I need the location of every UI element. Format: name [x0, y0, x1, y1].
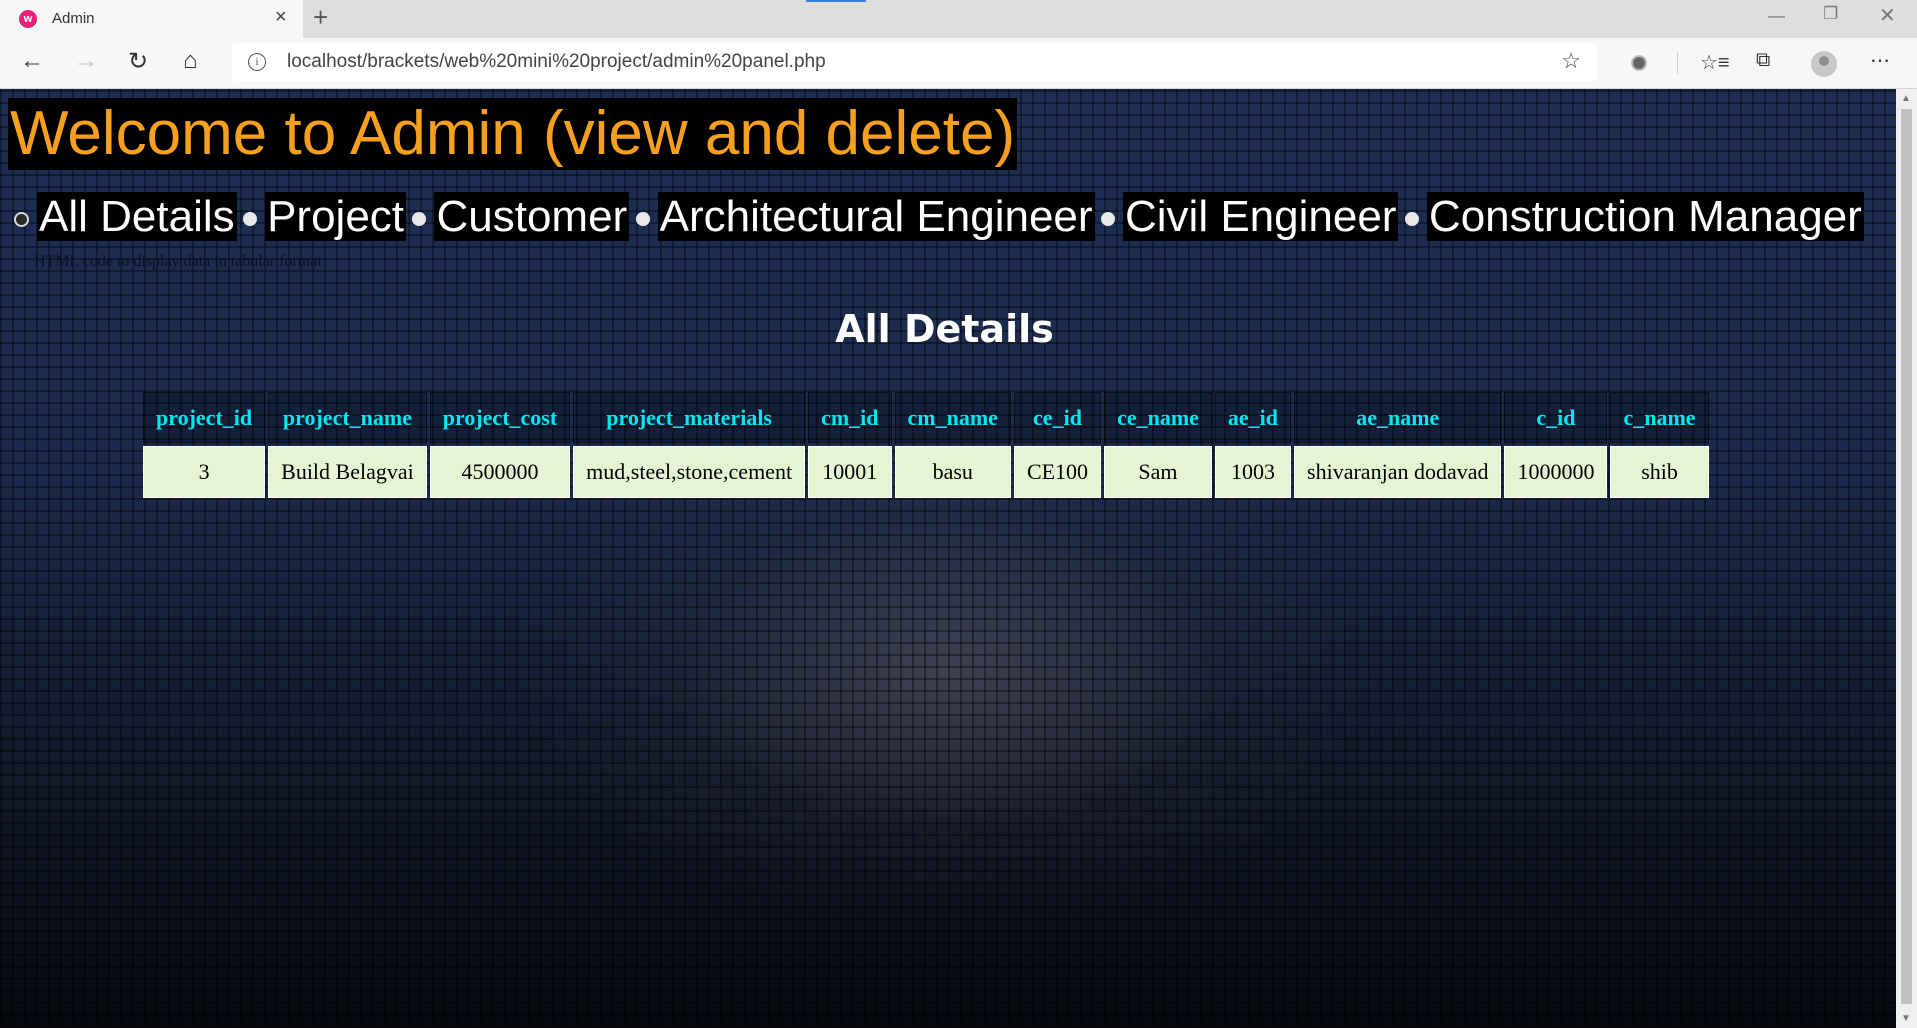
nav-link[interactable]: Customer [434, 192, 630, 241]
url-text[interactable]: localhost/brackets/web%20mini%20project/… [287, 51, 826, 73]
table-cell: Build Belagvai [268, 446, 427, 498]
close-tab-icon[interactable]: × [275, 6, 287, 29]
table-cell: CE100 [1013, 446, 1102, 498]
table-cell: mud,steel,stone,cement [573, 446, 806, 498]
table-row: 3 Build Belagvai 4500000 mud,steel,stone… [143, 446, 1709, 498]
column-header: project_name [268, 392, 427, 443]
refresh-icon[interactable]: ↻ [128, 47, 148, 76]
page-title: Welcome to Admin (view and delete) [8, 98, 1018, 170]
star-icon[interactable]: ☆ [1561, 48, 1581, 74]
table-cell: shivaranjan dodavad [1294, 446, 1502, 498]
table-cell: 10001 [808, 446, 892, 498]
close-window-icon[interactable]: ✕ [1879, 3, 1896, 28]
restore-icon[interactable]: ❐ [1823, 4, 1838, 24]
nav-item-all-details[interactable]: All Details [12, 191, 237, 243]
nav-item-construction-manager[interactable]: Construction Manager [1403, 191, 1864, 243]
nav-link[interactable]: All Details [37, 192, 237, 241]
scroll-down-icon[interactable]: ▼ [1901, 1013, 1911, 1024]
column-header: ce_id [1013, 392, 1102, 443]
admin-nav: All Details Project Customer Architectur… [12, 191, 1864, 243]
more-icon[interactable]: ⋯ [1870, 48, 1890, 73]
column-header: ce_name [1104, 392, 1212, 443]
nav-link[interactable]: Civil Engineer [1123, 192, 1399, 241]
nav-item-architectural-engineer[interactable]: Architectural Engineer [634, 191, 1095, 243]
extension-icon[interactable] [1631, 55, 1647, 71]
column-header: cm_id [808, 392, 892, 443]
back-arrow-icon[interactable]: ← [20, 47, 44, 75]
details-table: project_id project_name project_cost pro… [140, 389, 1712, 501]
column-header: ae_name [1294, 392, 1502, 443]
info-icon[interactable]: i [248, 53, 266, 71]
table-cell: 4500000 [429, 446, 571, 498]
bullet-icon [1404, 212, 1419, 226]
toolbar-divider [1677, 52, 1678, 74]
table-cell: 1003 [1214, 446, 1292, 498]
column-header: c_id [1504, 392, 1608, 443]
tab-bar: w Admin × + — ❐ ✕ [0, 0, 1917, 38]
column-header: cm_name [894, 392, 1011, 443]
column-header: project_id [143, 392, 266, 443]
nav-link[interactable]: Construction Manager [1426, 192, 1864, 241]
tab-title: Admin [52, 10, 95, 27]
page-viewport: Welcome to Admin (view and delete) All D… [0, 89, 1896, 1028]
page-content: Welcome to Admin (view and delete) All D… [0, 89, 1896, 1028]
wamp-favicon-icon: w [19, 10, 37, 28]
nav-link[interactable]: Architectural Engineer [657, 192, 1095, 241]
browser-tab[interactable]: w Admin × [0, 0, 303, 38]
table-cell: shib [1610, 446, 1709, 498]
forward-arrow-icon[interactable]: → [74, 47, 98, 75]
avatar[interactable] [1811, 51, 1837, 77]
nav-item-civil-engineer[interactable]: Civil Engineer [1099, 191, 1399, 243]
column-header: c_name [1610, 392, 1709, 443]
table-cell: 3 [143, 446, 266, 498]
section-title: All Details [835, 307, 1054, 351]
table-header-row: project_id project_name project_cost pro… [143, 392, 1709, 443]
minimize-icon[interactable]: — [1768, 6, 1785, 26]
column-header: ae_id [1214, 392, 1292, 443]
new-tab-icon[interactable]: + [313, 2, 328, 33]
column-header: project_cost [429, 392, 571, 443]
table-cell: 1000000 [1504, 446, 1608, 498]
collections-icon[interactable]: ⧉ [1756, 49, 1770, 72]
hidden-comment-text: HTML code to display data in tabular for… [34, 253, 322, 270]
bullet-icon [243, 212, 258, 226]
bullet-icon [635, 212, 650, 226]
browser-toolbar: ← → ↻ ⌂ i localhost/brackets/web%20mini%… [0, 38, 1917, 89]
home-icon[interactable]: ⌂ [183, 47, 198, 75]
nav-item-customer[interactable]: Customer [410, 191, 630, 243]
table-cell: Sam [1104, 446, 1212, 498]
bullet-icon [1101, 212, 1115, 226]
bullet-icon [14, 211, 29, 227]
column-header: project_materials [573, 392, 806, 443]
vertical-scrollbar[interactable]: ▲ ▼ [1896, 89, 1917, 1028]
nav-link[interactable]: Project [265, 192, 407, 241]
bullet-icon [412, 212, 427, 226]
loading-indicator [806, 0, 866, 2]
nav-item-project[interactable]: Project [241, 191, 407, 243]
favorites-list-icon[interactable]: ☆≡ [1700, 50, 1730, 75]
scroll-thumb[interactable] [1901, 109, 1912, 1004]
scroll-up-icon[interactable]: ▲ [1901, 93, 1911, 104]
table-cell: basu [894, 446, 1011, 498]
address-bar[interactable]: i localhost/brackets/web%20mini%20projec… [232, 43, 1597, 81]
